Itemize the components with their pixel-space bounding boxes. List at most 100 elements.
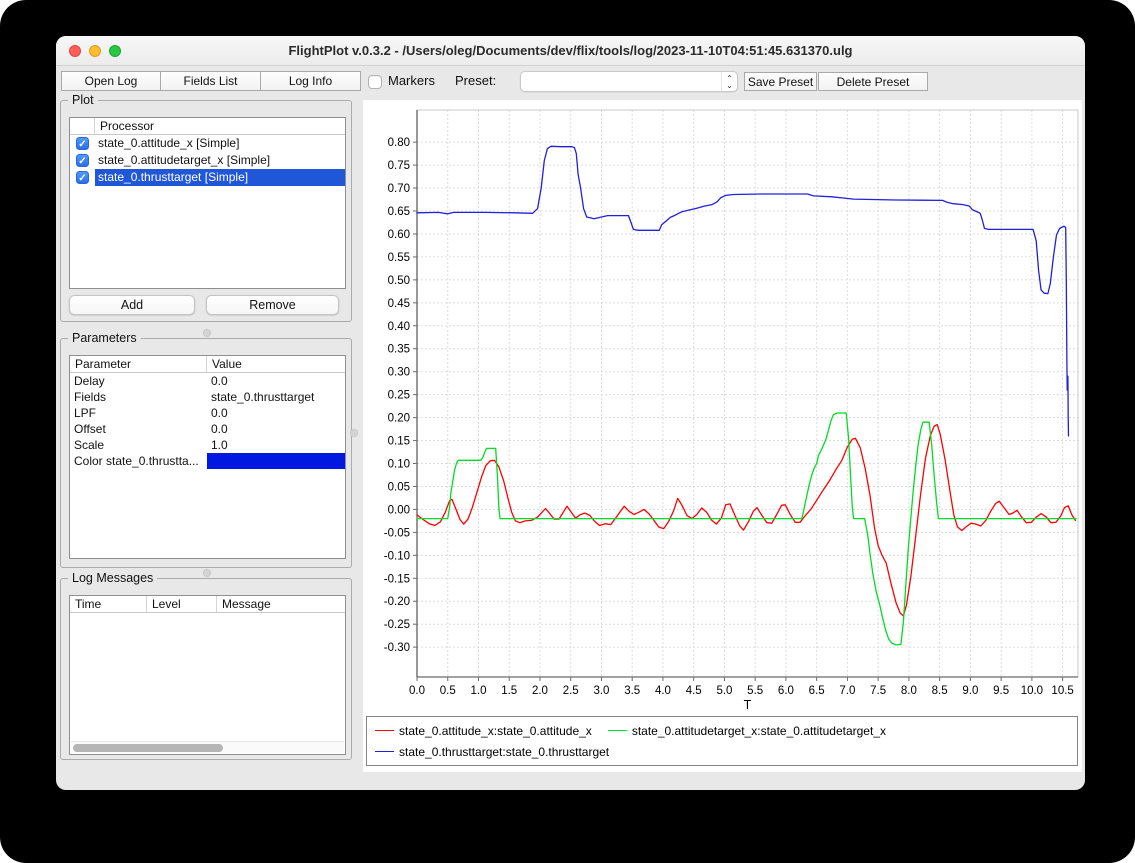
time-column-header: Time (70, 596, 147, 612)
table-row[interactable]: Offset0.0 (70, 421, 345, 437)
parameter-value[interactable]: 0.0 (207, 422, 345, 436)
svg-text:-0.20: -0.20 (384, 596, 410, 608)
svg-text:0.5: 0.5 (440, 685, 456, 697)
parameter-column-header: Parameter (70, 356, 207, 372)
svg-text:0.50: 0.50 (388, 275, 410, 287)
log-messages-panel: Log Messages Time Level Message (60, 578, 352, 760)
svg-text:9.0: 9.0 (962, 685, 978, 697)
svg-text:4.5: 4.5 (686, 685, 702, 697)
log-messages-table: Time Level Message (69, 595, 346, 755)
remove-button[interactable]: Remove (206, 295, 339, 315)
table-row[interactable]: Fieldsstate_0.thrusttarget (70, 389, 345, 405)
processor-label[interactable]: state_0.attitudetarget_x [Simple] (95, 152, 345, 169)
list-item[interactable]: ✓ state_0.attitude_x [Simple] (70, 135, 345, 152)
table-row[interactable]: Scale1.0 (70, 437, 345, 453)
parameter-value[interactable]: 0.0 (207, 374, 345, 388)
legend-item: state_0.attitudetarget_x:state_0.attitud… (608, 724, 886, 738)
level-column-header: Level (147, 596, 217, 612)
parameter-name: Color state_0.thrustta... (70, 454, 207, 468)
svg-text:0.20: 0.20 (388, 413, 410, 425)
checkbox-cell: ✓ (70, 171, 95, 184)
message-column-header: Message (217, 596, 345, 612)
processor-label[interactable]: state_0.thrusttarget [Simple] (95, 169, 345, 186)
color-swatch[interactable] (207, 453, 345, 469)
vertical-splitter-handle[interactable] (350, 429, 358, 437)
parameter-name: Scale (70, 438, 207, 452)
svg-text:3.5: 3.5 (624, 685, 640, 697)
fields-list-button[interactable]: Fields List (161, 71, 261, 91)
legend-label: state_0.attitude_x:state_0.attitude_x (399, 724, 592, 738)
scrollbar-thumb[interactable] (73, 744, 223, 752)
titlebar[interactable]: FlightPlot v.0.3.2 - /Users/oleg/Documen… (56, 36, 1085, 66)
list-item[interactable]: ✓ state_0.attitudetarget_x [Simple] (70, 152, 345, 169)
svg-text:1.0: 1.0 (470, 685, 486, 697)
list-item[interactable]: ✓ state_0.thrusttarget [Simple] (70, 169, 345, 186)
svg-text:0.70: 0.70 (388, 183, 410, 195)
horizontal-scrollbar[interactable] (71, 741, 344, 753)
processor-label[interactable]: state_0.attitude_x [Simple] (95, 135, 345, 152)
legend-line-swatch (608, 730, 627, 731)
chart-panel: 0.00.51.01.52.02.53.03.54.04.55.05.56.06… (363, 100, 1082, 772)
svg-text:0.75: 0.75 (388, 160, 410, 172)
svg-text:0.25: 0.25 (388, 390, 410, 402)
legend-line-swatch (375, 730, 394, 731)
open-log-button[interactable]: Open Log (61, 71, 161, 91)
svg-text:2.5: 2.5 (563, 685, 579, 697)
parameter-name: LPF (70, 406, 207, 420)
chart-canvas[interactable]: 0.00.51.01.52.02.53.03.54.04.55.05.56.06… (363, 100, 1082, 714)
svg-text:-0.10: -0.10 (384, 550, 410, 562)
svg-text:0.40: 0.40 (388, 321, 410, 333)
desktop-background: FlightPlot v.0.3.2 - /Users/oleg/Documen… (0, 0, 1135, 863)
combobox-stepper-icon[interactable]: ⌃⌄ (721, 72, 737, 91)
svg-text:0.80: 0.80 (388, 137, 410, 149)
svg-text:7.5: 7.5 (870, 685, 886, 697)
svg-text:T: T (744, 698, 752, 712)
minimize-button[interactable] (89, 45, 101, 57)
parameter-value[interactable]: 1.0 (207, 438, 345, 452)
parameter-name: Fields (70, 390, 207, 404)
table-row[interactable]: Color state_0.thrustta... (70, 453, 345, 469)
svg-text:10.0: 10.0 (1021, 685, 1043, 697)
app-window: FlightPlot v.0.3.2 - /Users/oleg/Documen… (56, 36, 1085, 790)
plot-panel: Plot Processor ✓state_0.attitude_x [Simp… (60, 100, 352, 322)
parameters-table-body: Delay0.0Fieldsstate_0.thrusttargetLPF0.0… (70, 373, 345, 469)
delete-preset-button[interactable]: Delete Preset (818, 72, 928, 91)
svg-text:-0.05: -0.05 (384, 527, 410, 539)
log-info-button[interactable]: Log Info (261, 71, 361, 91)
value-column-header: Value (207, 356, 345, 372)
parameter-name: Offset (70, 422, 207, 436)
splitter-handle-parameters-log[interactable] (203, 569, 211, 577)
svg-text:4.0: 4.0 (655, 685, 671, 697)
close-button[interactable] (69, 45, 81, 57)
row-checkbox[interactable]: ✓ (76, 137, 89, 150)
save-preset-button[interactable]: Save Preset (744, 72, 817, 91)
row-checkbox[interactable]: ✓ (76, 154, 89, 167)
table-row[interactable]: Delay0.0 (70, 373, 345, 389)
parameter-value[interactable]: state_0.thrusttarget (207, 390, 345, 404)
window-title: FlightPlot v.0.3.2 - /Users/oleg/Documen… (56, 36, 1085, 66)
parameter-value[interactable]: 0.0 (207, 406, 345, 420)
svg-text:1.5: 1.5 (501, 685, 517, 697)
splitter-handle-plot-parameters[interactable] (203, 329, 211, 337)
preset-combobox[interactable]: ⌃⌄ (520, 71, 738, 92)
row-checkbox[interactable]: ✓ (76, 171, 89, 184)
plot-panel-title: Plot (68, 93, 98, 107)
svg-text:5.5: 5.5 (747, 685, 763, 697)
svg-text:5.0: 5.0 (716, 685, 732, 697)
add-button[interactable]: Add (69, 295, 195, 315)
legend-label: state_0.attitudetarget_x:state_0.attitud… (632, 724, 886, 738)
legend-line-swatch (375, 751, 394, 752)
zoom-button[interactable] (109, 45, 121, 57)
table-row[interactable]: LPF0.0 (70, 405, 345, 421)
svg-text:0.55: 0.55 (388, 252, 410, 264)
markers-checkbox[interactable] (368, 75, 382, 89)
parameters-table-header: Parameter Value (70, 356, 345, 373)
svg-text:0.10: 0.10 (388, 459, 410, 471)
svg-text:-0.25: -0.25 (384, 619, 410, 631)
legend-row: state_0.attitude_x:state_0.attitude_x sta… (375, 720, 1069, 741)
svg-text:6.0: 6.0 (778, 685, 794, 697)
svg-text:2.0: 2.0 (532, 685, 548, 697)
parameters-panel: Parameters Parameter Value Delay0.0Field… (60, 338, 352, 568)
svg-text:10.5: 10.5 (1051, 685, 1073, 697)
svg-text:0.65: 0.65 (388, 206, 410, 218)
